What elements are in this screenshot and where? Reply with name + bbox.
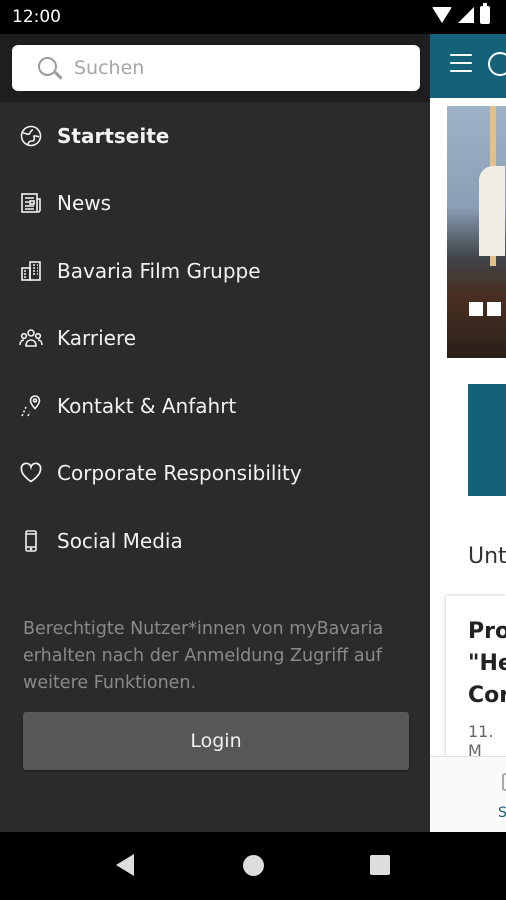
- system-nav-bar: [0, 832, 506, 900]
- nav-item-label: Bavaria Film Gruppe: [57, 258, 261, 283]
- status-bar: 12:00: [0, 0, 430, 34]
- newspaper-icon: [18, 190, 44, 216]
- battery-icon: [480, 3, 490, 24]
- globe-icon: [18, 123, 44, 149]
- nav-item-social-media[interactable]: Social Media: [0, 507, 430, 575]
- buildings-icon: [18, 258, 44, 284]
- nav-item-label: Startseite: [57, 123, 170, 148]
- nav-item-label: Corporate Responsibility: [57, 461, 302, 486]
- feature-tile[interactable]: [468, 384, 506, 496]
- heart-icon: [18, 460, 44, 486]
- news-card[interactable]: Pro "He Cor 11. M: [446, 596, 506, 760]
- nav-item-corporate-responsibility[interactable]: Corporate Responsibility: [0, 440, 430, 508]
- nav-item-karriere[interactable]: Karriere: [0, 305, 430, 373]
- search-input[interactable]: [74, 55, 404, 81]
- signal-icon: [458, 7, 474, 23]
- people-icon: [18, 325, 44, 351]
- login-button[interactable]: Login: [23, 712, 409, 770]
- nav-item-label: Kontakt & Anfahrt: [57, 393, 237, 418]
- news-card-title: Pro "He Cor: [468, 619, 506, 708]
- status-time: 12:00: [12, 7, 61, 27]
- section-title: Unt: [468, 544, 506, 569]
- drawer-menu: Startseite News Bavaria Film Gruppe Karr…: [0, 102, 430, 575]
- refresh-icon[interactable]: [488, 52, 506, 76]
- bottom-nav-icon[interactable]: [502, 773, 506, 791]
- home-icon[interactable]: [243, 855, 264, 876]
- search-bar: [0, 34, 430, 102]
- nav-item-label: Social Media: [57, 528, 183, 553]
- recents-icon[interactable]: [370, 855, 390, 875]
- app-header: [430, 34, 506, 98]
- status-icons: [432, 3, 490, 24]
- nav-item-bavaria-film-gruppe[interactable]: Bavaria Film Gruppe: [0, 237, 430, 305]
- login-info-text: Berechtigte Nutzer*innen von myBavaria e…: [23, 619, 384, 693]
- sailboat-sail: [479, 166, 505, 256]
- hamburger-menu-icon[interactable]: [450, 54, 472, 72]
- wifi-icon: [432, 7, 452, 23]
- hero-image[interactable]: [447, 106, 506, 358]
- map-pin-icon: [18, 393, 44, 419]
- nav-item-label: Karriere: [57, 326, 137, 351]
- nav-item-startseite[interactable]: Startseite: [0, 102, 430, 170]
- app-bottom-nav: S: [430, 756, 506, 833]
- carousel-indicator: [469, 302, 501, 316]
- background-app: Unt Pro "He Cor 11. M S: [430, 0, 506, 833]
- search-box[interactable]: [12, 45, 420, 91]
- bottom-nav-label[interactable]: S: [498, 805, 506, 821]
- nav-item-kontakt-anfahrt[interactable]: Kontakt & Anfahrt: [0, 372, 430, 440]
- nav-item-label: News: [57, 191, 112, 216]
- nav-item-news[interactable]: News: [0, 170, 430, 238]
- phone-icon: [18, 528, 44, 554]
- navigation-drawer: Startseite News Bavaria Film Gruppe Karr…: [0, 34, 430, 832]
- search-icon: [38, 57, 57, 76]
- back-icon[interactable]: [116, 854, 134, 876]
- news-card-date: 11. M: [468, 722, 494, 760]
